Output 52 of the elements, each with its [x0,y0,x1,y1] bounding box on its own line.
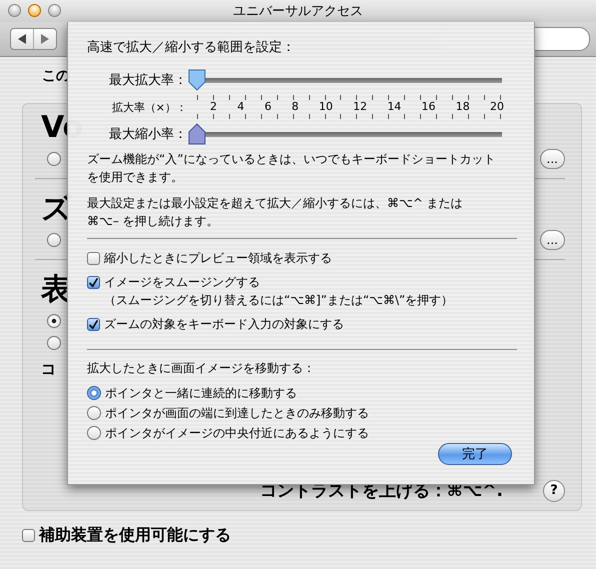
tick-label: 10 [318,100,333,114]
checkbox[interactable] [87,252,100,265]
radio-button[interactable] [47,152,61,166]
tick-label: 6 [264,100,272,114]
radio-button[interactable] [87,406,101,420]
radio-button[interactable] [87,386,101,400]
checkbox-label: 補助装置を使用可能にする [39,525,231,546]
options-button[interactable]: ... [540,149,565,169]
section-heading: Vo [41,109,84,147]
slider-thumb[interactable] [187,122,207,146]
window-title: ユニバーサルアクセス [233,3,363,20]
info-text: 最大設定または最小設定を超えて拡大／縮小するには、⌘⌥^ または ⌘⌥– を押し続けます。 [87,195,464,230]
tick-label: 16 [422,100,436,114]
checkbox-label: ズームの対象をキーボード入力の対象にする [104,316,344,333]
help-button[interactable]: ? [543,480,565,502]
slider-label: 最大拡大率： [108,72,188,89]
tick-label: 4 [237,100,244,114]
section-heading: 高速で拡大／縮小する範囲を設定： [87,39,295,56]
checkbox-label: イメージをスムージングする [104,274,261,291]
section-heading: 表 [41,271,71,309]
close-button[interactable] [8,4,21,17]
section-heading: ズ [41,190,72,228]
zoom-button[interactable] [48,4,61,17]
tick-label: 2 [210,100,217,114]
checkbox[interactable] [87,276,100,289]
radio-button[interactable] [47,314,61,328]
checkbox[interactable] [22,529,35,542]
forward-icon [40,34,50,44]
slider-label: 最大縮小率： [108,126,188,143]
tick-label: 18 [456,100,470,114]
back-icon [17,34,27,44]
options-button[interactable]: ... [540,230,565,250]
tick-label: 8 [292,100,299,114]
scale-label: 拡大率（×）： [110,100,188,114]
radio-button[interactable] [87,426,101,440]
radio-button[interactable] [47,233,61,247]
slider-thumb[interactable] [187,68,207,92]
minimize-button[interactable] [28,4,41,17]
checkbox-label: 縮小したときにプレビュー領域を表示する [104,250,332,267]
tick-label: 20 [490,100,504,114]
tick-label: 12 [353,100,368,114]
checkbox-note: （スムージングを切り替えるには“⌥⌘]”または“⌥⌘\”を押す） [104,292,454,309]
radio-label: ポインタがイメージの中央付近にあるようにする [105,424,369,442]
done-button[interactable]: 完了 [438,443,512,465]
radio-label: ポインタが画面の端に到達したときのみ移動する [105,404,369,422]
section-heading: 拡大したときに画面イメージを移動する： [87,360,315,377]
checkbox[interactable] [87,318,100,331]
tick-label: 14 [387,100,402,114]
radio-button[interactable] [47,336,61,350]
radio-label: ポインタと一緒に連続的に移動する [105,384,297,402]
info-text: ズーム機能が“入”になっているときは、いつでもキーボードショートカットを使用できます。 [87,151,496,186]
section-subheading: コ [41,360,56,379]
